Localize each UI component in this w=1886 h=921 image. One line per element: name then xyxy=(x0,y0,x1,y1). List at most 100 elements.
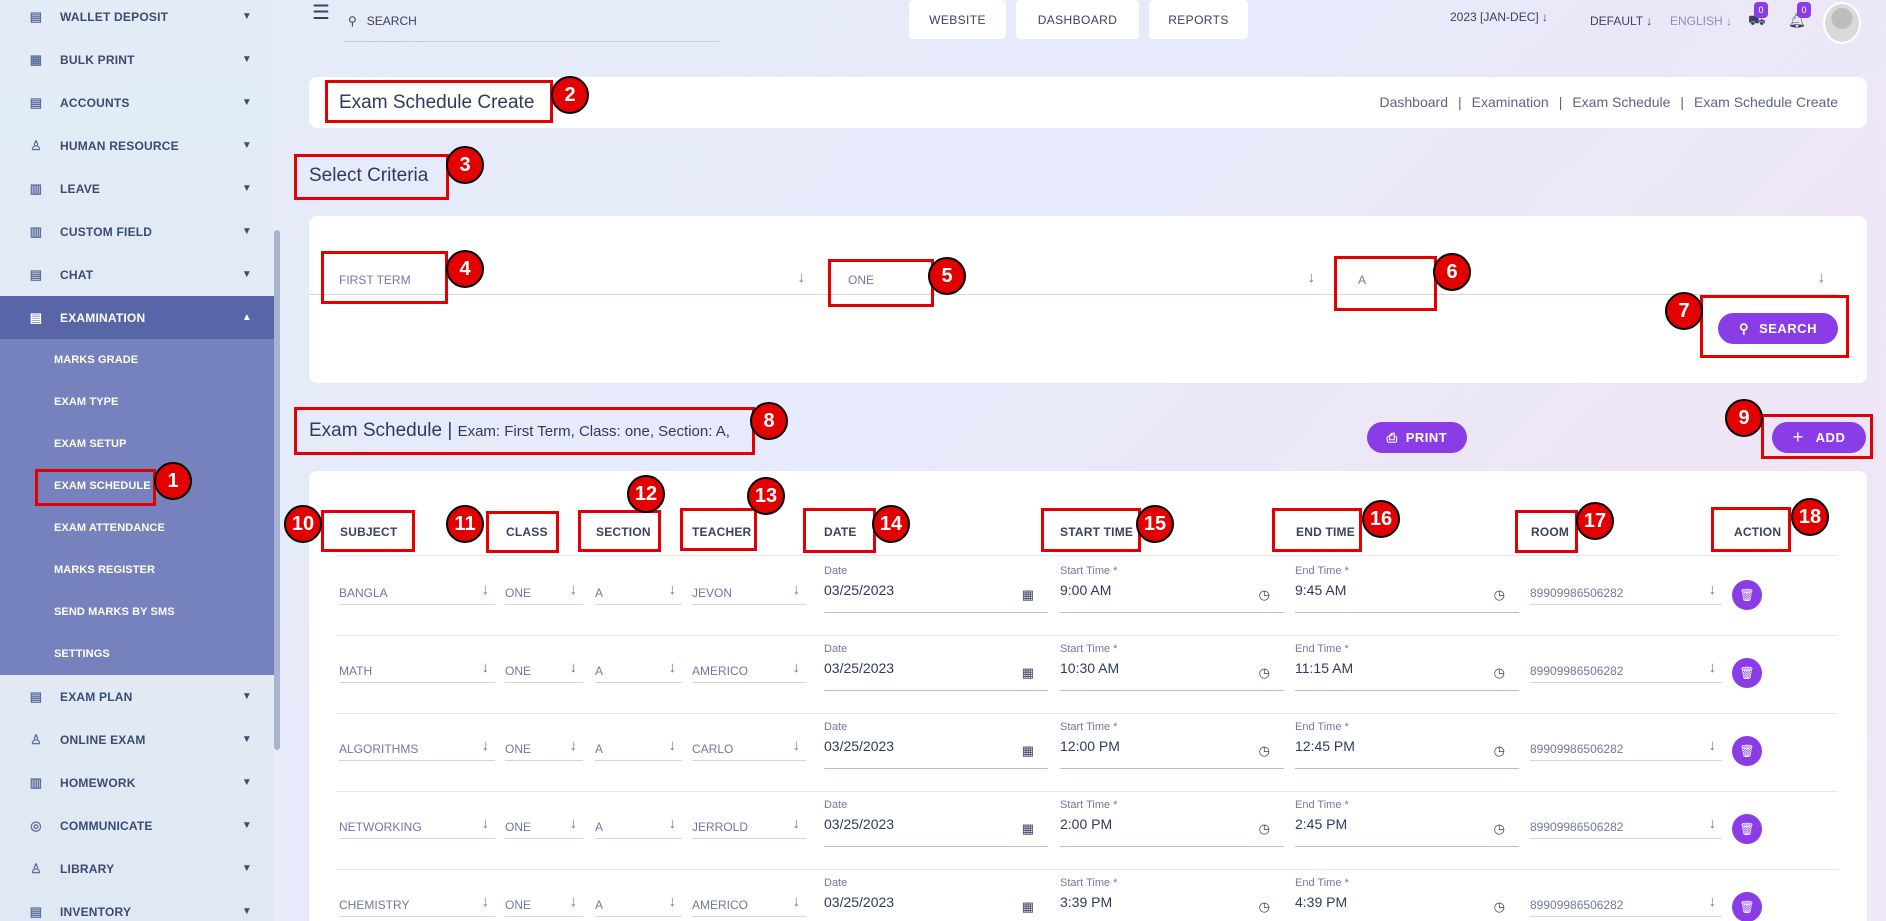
table-row-divider xyxy=(336,635,1838,636)
subject-select[interactable]: MATH ↓ xyxy=(339,658,495,683)
breadcrumb-dashboard[interactable]: Dashboard xyxy=(1380,94,1449,110)
scrollbar-thumb[interactable] xyxy=(274,230,280,750)
clock-icon[interactable]: ◷ xyxy=(1259,899,1270,915)
calendar-icon[interactable]: ▦ xyxy=(1022,899,1034,915)
date-field[interactable]: Date 03/25/2023 ▦ xyxy=(824,877,1048,921)
subject-select[interactable]: CHEMISTRY ↓ xyxy=(339,892,495,917)
start-time-field[interactable]: Start Time * 10:30 AM ◷ xyxy=(1060,643,1284,691)
end-time-field[interactable]: End Time * 9:45 AM ◷ xyxy=(1295,565,1519,613)
teacher-select[interactable]: AMERICO ↓ xyxy=(692,658,806,683)
breadcrumb-exam-schedule[interactable]: Exam Schedule xyxy=(1572,94,1670,110)
sidebar-item-accounts[interactable]: ▤ ACCOUNTS ▼ xyxy=(0,81,274,124)
language-select[interactable]: ENGLISH ↓ xyxy=(1670,14,1732,28)
breadcrumb-examination[interactable]: Examination xyxy=(1472,94,1549,110)
sidebar-item-inventory[interactable]: ▤ INVENTORY ▼ xyxy=(0,890,274,921)
subject-select[interactable]: NETWORKING ↓ xyxy=(339,814,495,839)
room-select[interactable]: 89909986506282 ↓ xyxy=(1530,892,1722,917)
start-time-field[interactable]: Start Time * 2:00 PM ◷ xyxy=(1060,799,1284,847)
sidebar-scrollbar[interactable] xyxy=(274,0,280,921)
sidebar-item-communicate[interactable]: ◎ COMMUNICATE ▼ xyxy=(0,804,274,847)
submenu-item-settings[interactable]: SETTINGS xyxy=(0,633,274,675)
teacher-select[interactable]: JEVON ↓ xyxy=(692,580,806,605)
calendar-icon[interactable]: ▦ xyxy=(1022,743,1034,759)
date-field[interactable]: Date 03/25/2023 ▦ xyxy=(824,565,1048,613)
class-select[interactable]: ONE ↓ xyxy=(505,658,583,683)
sidebar-item-homework[interactable]: ▥ HOMEWORK ▼ xyxy=(0,761,274,804)
annotation-marker: 15 xyxy=(1136,505,1174,543)
start-time-field[interactable]: Start Time * 12:00 PM ◷ xyxy=(1060,721,1284,769)
sidebar-item-exam-plan[interactable]: ▤ EXAM PLAN ▼ xyxy=(0,675,274,718)
teacher-select[interactable]: JERROLD ↓ xyxy=(692,814,806,839)
search-input[interactable]: ⚲ SEARCH xyxy=(344,0,719,42)
calendar-icon[interactable]: ▦ xyxy=(1022,665,1034,681)
delete-row-button[interactable]: 🗑︎ xyxy=(1732,736,1762,766)
sidebar-item-custom-field[interactable]: ▥ CUSTOM FIELD ▼ xyxy=(0,210,274,253)
section-select[interactable]: A ↓ xyxy=(595,658,682,683)
clock-icon[interactable]: ◷ xyxy=(1259,743,1270,759)
print-button[interactable]: ⎙ PRINT xyxy=(1367,422,1467,453)
sidebar-item-examination[interactable]: ▤ EXAMINATION ▲ xyxy=(0,296,274,339)
submenu-item-marks-grade[interactable]: MARKS GRADE xyxy=(0,339,274,381)
class-select[interactable]: ONE ↓ xyxy=(505,892,583,917)
start-time-field[interactable]: Start Time * 9:00 AM ◷ xyxy=(1060,565,1284,613)
room-select[interactable]: 89909986506282 ↓ xyxy=(1530,814,1722,839)
calendar-icon[interactable]: ▦ xyxy=(1022,821,1034,837)
section-select[interactable]: A ↓ xyxy=(595,580,682,605)
class-select[interactable]: ONE ↓ xyxy=(505,814,583,839)
submenu-item-send-marks-by-sms[interactable]: SEND MARKS BY SMS xyxy=(0,591,274,633)
avatar[interactable] xyxy=(1823,2,1861,44)
class-select[interactable]: ONE ↓ xyxy=(505,580,583,605)
delete-row-button[interactable]: 🗑︎ xyxy=(1732,814,1762,844)
wallet-icon: ▤ xyxy=(29,8,43,24)
submenu-item-exam-setup[interactable]: EXAM SETUP xyxy=(0,423,274,465)
start-time-field[interactable]: Start Time * 3:39 PM ◷ xyxy=(1060,877,1284,921)
end-time-field[interactable]: End Time * 2:45 PM ◷ xyxy=(1295,799,1519,847)
room-select[interactable]: 89909986506282 ↓ xyxy=(1530,736,1722,761)
room-select[interactable]: 89909986506282 ↓ xyxy=(1530,658,1722,683)
delete-row-button[interactable]: 🗑︎ xyxy=(1732,658,1762,688)
dashboard-button[interactable]: DASHBOARD xyxy=(1016,0,1139,39)
sidebar-item-online-exam[interactable]: ♙ ONLINE EXAM ▼ xyxy=(0,718,274,761)
style-select[interactable]: DEFAULT ↓ xyxy=(1590,14,1652,28)
date-field[interactable]: Date 03/25/2023 ▦ xyxy=(824,721,1048,769)
teacher-select[interactable]: CARLO ↓ xyxy=(692,736,806,761)
subject-select[interactable]: BANGLA ↓ xyxy=(339,580,495,605)
clock-icon[interactable]: ◷ xyxy=(1494,899,1505,915)
teacher-select[interactable]: AMERICO ↓ xyxy=(692,892,806,917)
class-select[interactable]: ONE ↓ xyxy=(505,736,583,761)
delete-row-button[interactable]: 🗑︎ xyxy=(1732,892,1762,921)
end-time-field[interactable]: End Time * 11:15 AM ◷ xyxy=(1295,643,1519,691)
section-select[interactable]: A ↓ xyxy=(595,736,682,761)
sidebar-item-human-resource[interactable]: ♙ HUMAN RESOURCE ▼ xyxy=(0,124,274,167)
website-button[interactable]: WEBSITE xyxy=(909,0,1006,39)
sidebar-item-bulk-print[interactable]: ▦ BULK PRINT ▼ xyxy=(0,38,274,81)
clock-icon[interactable]: ◷ xyxy=(1494,743,1505,759)
sidebar-item-chat[interactable]: ▤ CHAT ▼ xyxy=(0,253,274,296)
submenu-item-exam-type[interactable]: EXAM TYPE xyxy=(0,381,274,423)
clock-icon[interactable]: ◷ xyxy=(1259,665,1270,681)
session-select[interactable]: 2023 [JAN-DEC] ↓ xyxy=(1450,10,1548,24)
date-field[interactable]: Date 03/25/2023 ▦ xyxy=(824,799,1048,847)
delete-row-button[interactable]: 🗑︎ xyxy=(1732,580,1762,610)
section-select[interactable]: A ↓ xyxy=(595,814,682,839)
calendar-icon[interactable]: ▦ xyxy=(1022,587,1034,603)
annotation-marker: 13 xyxy=(747,477,785,515)
clock-icon[interactable]: ◷ xyxy=(1494,587,1505,603)
date-field[interactable]: Date 03/25/2023 ▦ xyxy=(824,643,1048,691)
end-time-field[interactable]: End Time * 12:45 PM ◷ xyxy=(1295,721,1519,769)
clock-icon[interactable]: ◷ xyxy=(1494,665,1505,681)
clock-icon[interactable]: ◷ xyxy=(1259,587,1270,603)
end-time-field[interactable]: End Time * 4:39 PM ◷ xyxy=(1295,877,1519,921)
sidebar-item-leave[interactable]: ▥ LEAVE ▼ xyxy=(0,167,274,210)
subject-select[interactable]: ALGORITHMS ↓ xyxy=(339,736,495,761)
clock-icon[interactable]: ◷ xyxy=(1494,821,1505,837)
sidebar-item-wallet-deposit[interactable]: ▤ WALLET DEPOSIT ▼ xyxy=(0,0,274,38)
clock-icon[interactable]: ◷ xyxy=(1259,821,1270,837)
submenu-item-marks-register[interactable]: MARKS REGISTER xyxy=(0,549,274,591)
submenu-item-exam-attendance[interactable]: EXAM ATTENDANCE xyxy=(0,507,274,549)
room-select[interactable]: 89909986506282 ↓ xyxy=(1530,580,1722,605)
sidebar-item-library[interactable]: ♙ LIBRARY ▼ xyxy=(0,847,274,890)
hamburger-menu-icon[interactable]: ☰ xyxy=(312,0,330,25)
section-select[interactable]: A ↓ xyxy=(595,892,682,917)
reports-button[interactable]: REPORTS xyxy=(1149,0,1248,39)
